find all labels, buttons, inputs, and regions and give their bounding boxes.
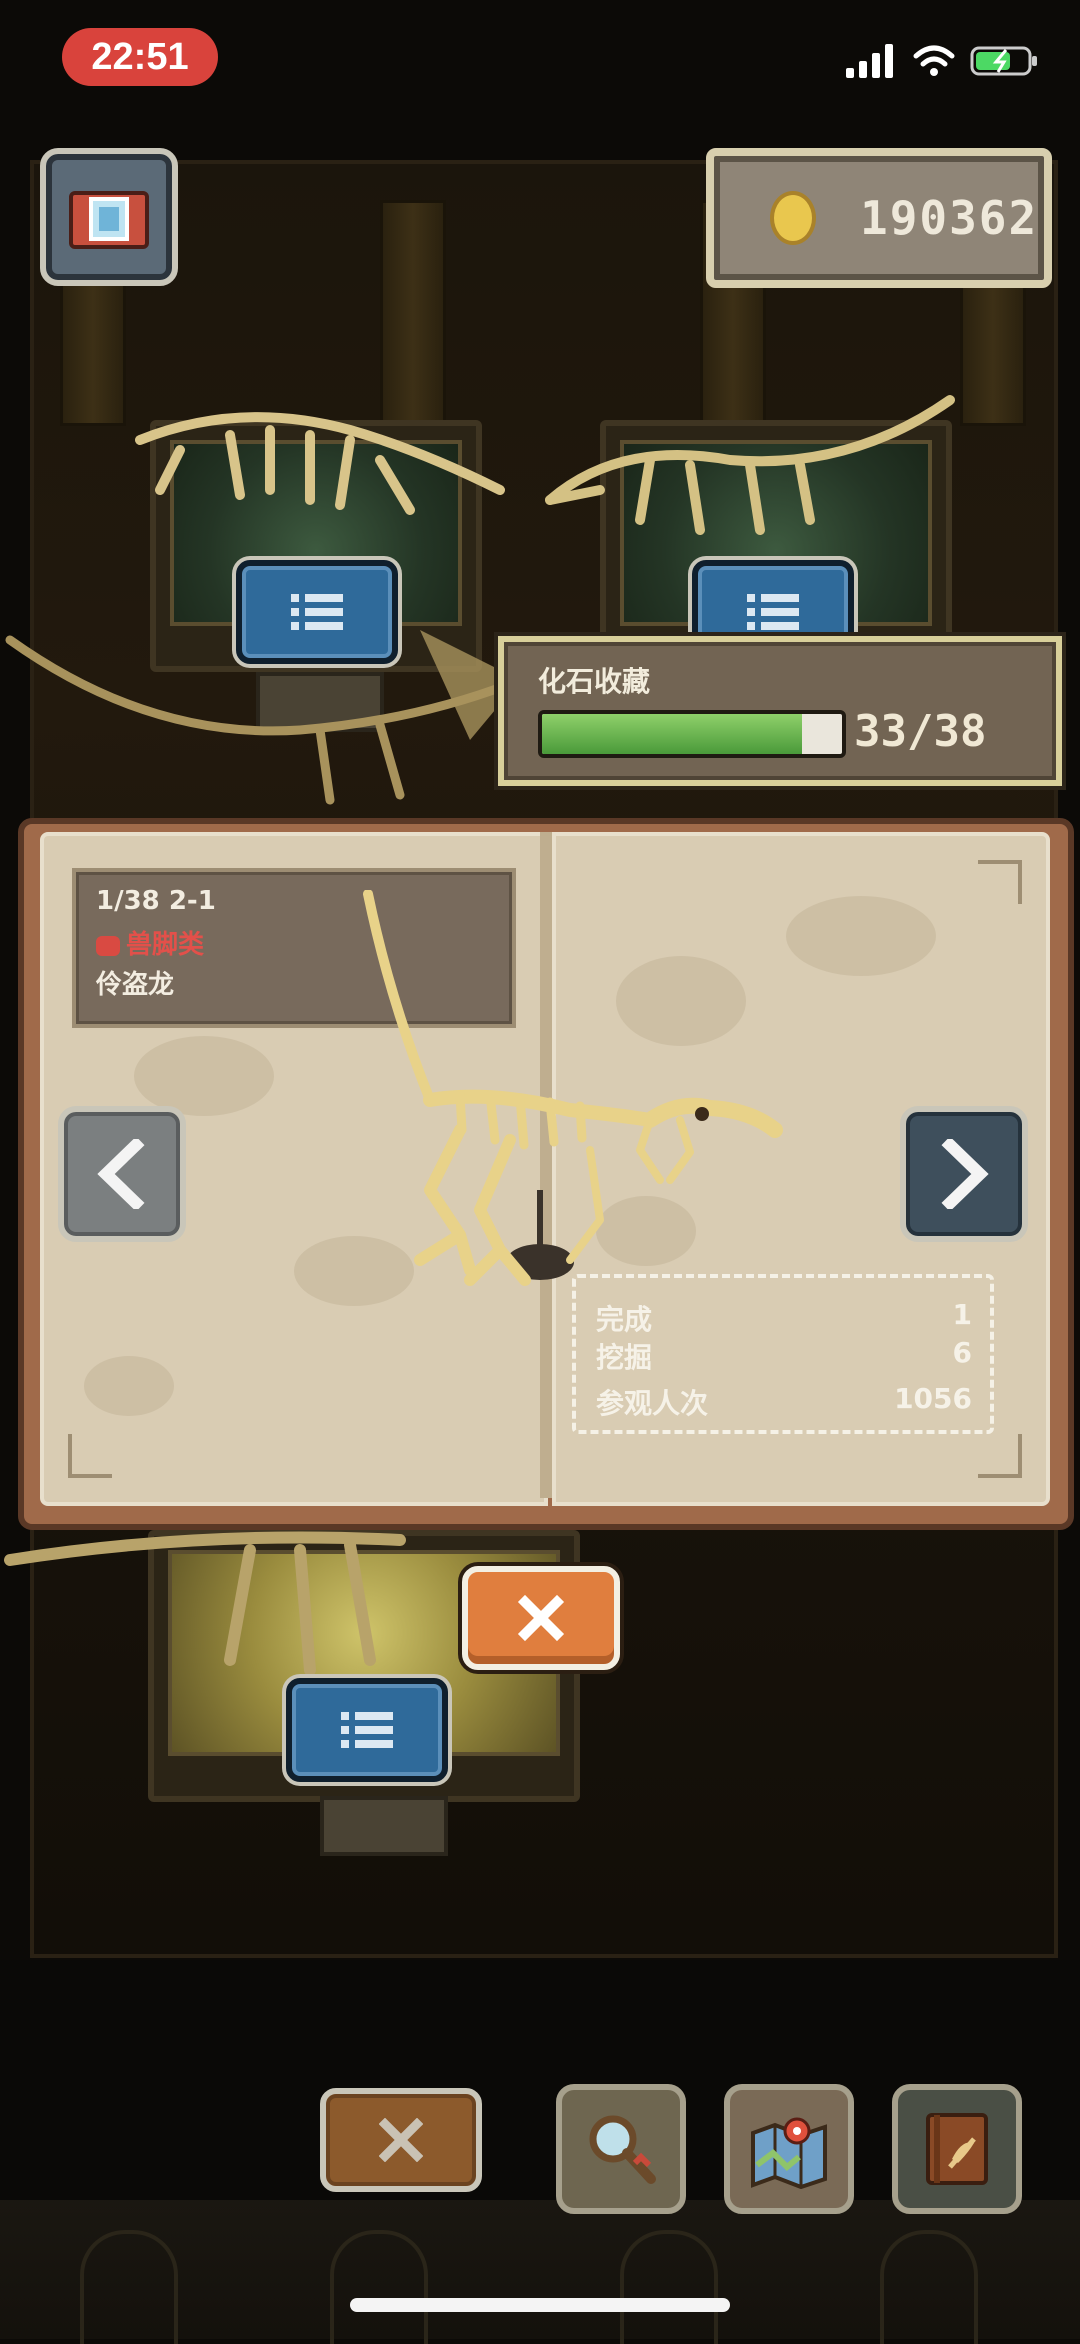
- list-icon: [291, 594, 343, 630]
- previous-page-button[interactable]: [58, 1106, 186, 1242]
- close-icon: [379, 2118, 423, 2162]
- exhibit-info-button[interactable]: [286, 1678, 448, 1782]
- signal-icon: [846, 44, 893, 78]
- status-time: 22:51: [62, 28, 218, 86]
- fossil-skeleton: [135, 412, 505, 515]
- coin-counter: 190362: [706, 148, 1052, 288]
- stat-row: 参观人次 1056: [596, 1382, 972, 1422]
- velociraptor-skeleton: [363, 890, 783, 1286]
- camera-icon: [69, 191, 149, 249]
- collection-count: 33/38: [854, 706, 987, 757]
- next-page-button[interactable]: [900, 1106, 1028, 1242]
- chevron-left-icon: [97, 1139, 145, 1209]
- stat-label: 挖掘: [596, 1341, 653, 1374]
- specimen-name: 伶盗龙: [96, 970, 175, 1000]
- category-dot-icon: [96, 935, 120, 956]
- specimen-index: 1/38 2-1: [96, 886, 216, 916]
- stat-value: 1: [952, 1298, 972, 1331]
- close-book-button[interactable]: [462, 1566, 620, 1670]
- wifi-icon: [913, 45, 955, 76]
- coin-value: 190362: [860, 191, 1039, 245]
- exhibit-info-button[interactable]: [236, 560, 398, 664]
- specimen-stats: 完成 1 挖掘 6 参观人次 1056: [572, 1274, 994, 1434]
- stat-row: 挖掘 6: [596, 1336, 972, 1376]
- home-indicator[interactable]: [350, 2298, 730, 2312]
- fossil-book-button[interactable]: [892, 2084, 1022, 2214]
- floor-strip: [0, 2200, 1080, 2344]
- close-icon: [517, 1594, 565, 1642]
- fossil-skeleton: [545, 395, 955, 535]
- excavate-search-button[interactable]: [556, 2084, 686, 2214]
- stat-value: 1056: [894, 1382, 972, 1415]
- chevron-right-icon: [941, 1139, 989, 1209]
- fossil-collection-panel: 化石收藏 33/38: [498, 636, 1062, 786]
- stat-value: 6: [952, 1336, 972, 1369]
- collection-progress-fill: [542, 714, 803, 754]
- collection-progress-bar: [538, 710, 846, 758]
- stat-label: 完成: [596, 1303, 653, 1336]
- camera-button[interactable]: [40, 148, 178, 286]
- map-icon: [751, 2117, 827, 2189]
- fossil-book-icon: [926, 2113, 988, 2185]
- toolbar-close-button[interactable]: [320, 2088, 482, 2192]
- status-icons: [846, 44, 1040, 78]
- list-icon: [747, 594, 799, 630]
- stat-row: 完成 1: [596, 1298, 972, 1338]
- battery-icon: [970, 46, 1037, 76]
- specimen-category: 兽脚类: [126, 930, 205, 960]
- stat-label: 参观人次: [596, 1387, 709, 1420]
- map-button[interactable]: [724, 2084, 854, 2214]
- magnifier-icon: [589, 2115, 656, 2184]
- exhibit-plaque: [320, 1796, 448, 1856]
- specimen-category-row: 兽脚类: [96, 924, 204, 961]
- collection-title: 化石收藏: [538, 665, 651, 698]
- list-icon: [341, 1712, 393, 1748]
- coin-icon: [770, 191, 816, 245]
